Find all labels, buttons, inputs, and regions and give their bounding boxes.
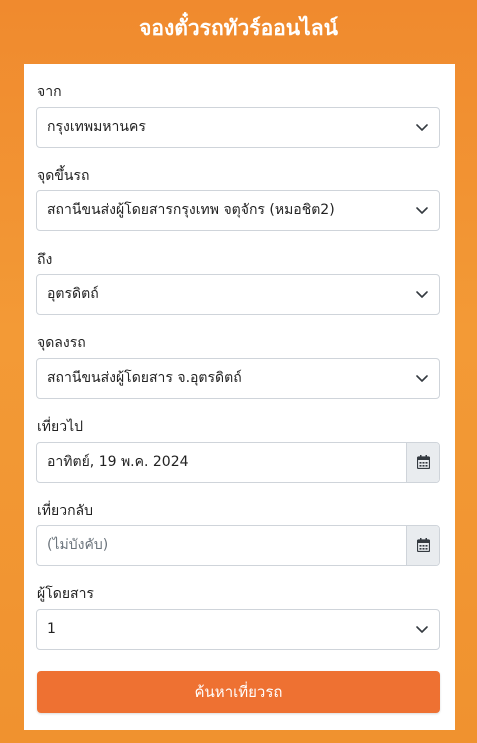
dropoff-label: จุดลงรถ xyxy=(37,335,86,351)
calendar-icon xyxy=(417,538,430,552)
pickup-select-value: สถานีขนส่งผู้โดยสารกรุงเทพ จตุจักร (หมอช… xyxy=(47,202,335,218)
booking-form: จาก กรุงเทพมหานคร จุดขึ้นรถ สถานีขนส่งผู… xyxy=(24,64,455,730)
passengers-label: ผู้โดยสาร xyxy=(37,586,94,602)
depart-date-value: อาทิตย์, 19 พ.ค. 2024 xyxy=(47,454,189,470)
depart-date-field[interactable]: อาทิตย์, 19 พ.ค. 2024 xyxy=(36,442,440,483)
dropoff-select[interactable]: สถานีขนส่งผู้โดยสาร จ.อุตรดิตถ์ xyxy=(36,358,440,399)
chevron-down-icon xyxy=(416,375,428,382)
to-label: ถึง xyxy=(37,252,53,268)
return-calendar-button[interactable] xyxy=(406,526,439,565)
chevron-down-icon xyxy=(416,626,428,633)
to-select[interactable]: อุตรดิตถ์ xyxy=(36,274,440,315)
return-label: เที่ยวกลับ xyxy=(37,503,94,519)
depart-label: เที่ยวไป xyxy=(37,419,84,435)
dropoff-select-value: สถานีขนส่งผู้โดยสาร จ.อุตรดิตถ์ xyxy=(47,370,242,386)
passengers-select[interactable]: 1 xyxy=(36,609,440,650)
depart-calendar-button[interactable] xyxy=(406,443,439,482)
pickup-select[interactable]: สถานีขนส่งผู้โดยสารกรุงเทพ จตุจักร (หมอช… xyxy=(36,190,440,231)
passengers-select-value: 1 xyxy=(47,621,56,637)
from-label: จาก xyxy=(37,84,62,100)
pickup-label: จุดขึ้นรถ xyxy=(37,168,90,184)
chevron-down-icon xyxy=(416,124,428,131)
return-date-field[interactable]: (ไม่บังคับ) xyxy=(36,525,440,566)
calendar-icon xyxy=(417,455,430,469)
from-select[interactable]: กรุงเทพมหานคร xyxy=(36,107,440,148)
search-trips-button[interactable]: ค้นหาเที่ยวรถ xyxy=(37,671,440,713)
chevron-down-icon xyxy=(416,291,428,298)
return-date-placeholder: (ไม่บังคับ) xyxy=(47,537,109,553)
chevron-down-icon xyxy=(416,207,428,214)
page-title: จองตั๋วรถทัวร์ออนไลน์ xyxy=(139,16,338,40)
to-select-value: อุตรดิตถ์ xyxy=(47,286,99,302)
from-select-value: กรุงเทพมหานคร xyxy=(47,119,146,135)
